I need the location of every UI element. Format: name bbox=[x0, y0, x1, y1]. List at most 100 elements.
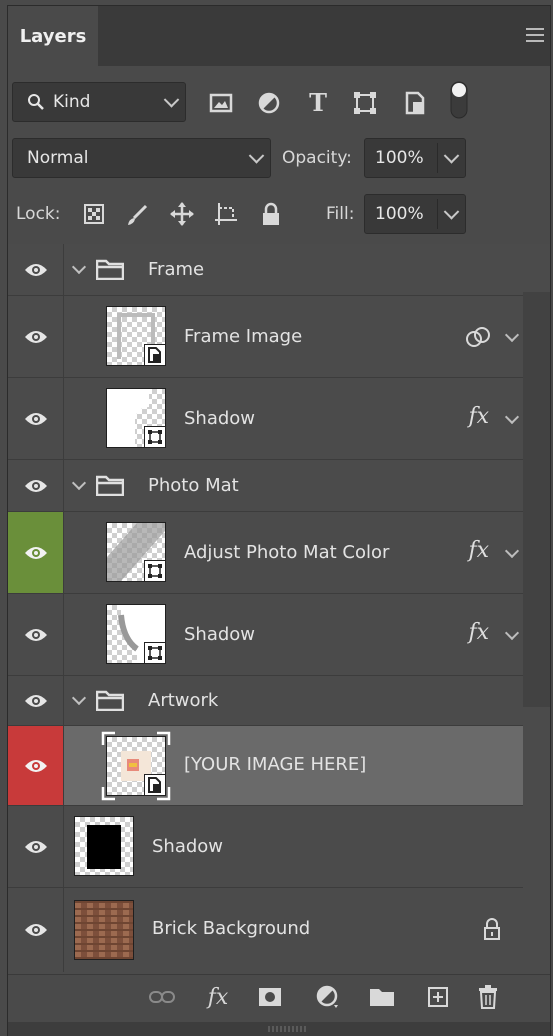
kind-label: Kind bbox=[53, 92, 91, 112]
chevron-down-icon[interactable] bbox=[504, 543, 520, 559]
eye-icon bbox=[24, 412, 48, 426]
layer-frame-image[interactable]: Frame Image bbox=[8, 296, 523, 378]
layer-name: Frame Image bbox=[184, 326, 303, 347]
lock-artboard-icon[interactable] bbox=[212, 200, 240, 228]
clip-circles-icon[interactable] bbox=[465, 326, 493, 348]
layer-photo-mat-shadow[interactable]: Shadow fx bbox=[8, 594, 523, 676]
visibility-toggle[interactable] bbox=[8, 244, 64, 295]
visibility-toggle[interactable] bbox=[8, 378, 64, 459]
panel-menu-icon[interactable] bbox=[526, 28, 544, 42]
folder-icon bbox=[96, 259, 124, 280]
shape-badge-icon bbox=[144, 426, 166, 448]
layer-effects-icon[interactable]: fx bbox=[468, 538, 489, 563]
fill-value: 100% bbox=[375, 204, 424, 224]
layer-name: Artwork bbox=[148, 690, 219, 711]
layer-name: Shadow bbox=[184, 408, 256, 429]
layer-group-frame[interactable]: Frame bbox=[8, 244, 523, 296]
lock-position-icon[interactable] bbox=[168, 200, 196, 228]
layer-your-image-here[interactable]: [YOUR IMAGE HERE] bbox=[8, 726, 523, 806]
layers-scrollbar[interactable] bbox=[523, 292, 550, 707]
add-layer-style-icon[interactable]: fx bbox=[204, 983, 232, 1011]
chevron-down-icon[interactable] bbox=[71, 475, 87, 491]
blend-mode-select[interactable]: Normal bbox=[12, 138, 271, 178]
layers-footer-toolbar: fx bbox=[8, 974, 550, 1023]
blend-mode-value: Normal bbox=[27, 148, 89, 168]
visibility-toggle[interactable] bbox=[8, 296, 64, 377]
lock-icon bbox=[484, 918, 500, 940]
new-group-icon[interactable] bbox=[368, 983, 396, 1011]
layer-effects-icon[interactable]: fx bbox=[468, 620, 489, 645]
smart-object-filter-icon[interactable] bbox=[402, 90, 428, 116]
chevron-down-icon[interactable] bbox=[504, 409, 520, 425]
folder-icon bbox=[96, 475, 124, 496]
panel-resize-strip[interactable] bbox=[8, 1022, 550, 1036]
layer-adjust-photo-mat-color[interactable]: Adjust Photo Mat Color fx bbox=[8, 512, 523, 594]
layer-name: Brick Background bbox=[152, 918, 311, 939]
fill-input[interactable]: 100% bbox=[364, 194, 466, 234]
visibility-toggle[interactable] bbox=[8, 806, 64, 887]
layers-panel: Layers Kind T Normal Opacity: 100% Lock:… bbox=[0, 0, 553, 1036]
chevron-down-icon[interactable] bbox=[504, 625, 520, 641]
layer-artwork-shadow[interactable]: Shadow bbox=[8, 806, 523, 888]
visibility-toggle[interactable] bbox=[8, 512, 64, 593]
eye-icon bbox=[24, 330, 48, 344]
visibility-toggle[interactable] bbox=[8, 888, 64, 972]
layer-group-artwork[interactable]: Artwork bbox=[8, 676, 523, 726]
smart-object-badge-icon bbox=[144, 344, 166, 366]
filter-row: Kind T bbox=[8, 80, 550, 126]
layer-thumbnail bbox=[74, 900, 134, 960]
visibility-toggle[interactable] bbox=[8, 676, 64, 725]
selection-brackets bbox=[101, 731, 171, 801]
layer-brick-background[interactable]: Brick Background bbox=[8, 888, 523, 972]
chevron-down-icon[interactable] bbox=[71, 259, 87, 275]
new-fill-adjustment-layer-icon[interactable] bbox=[314, 983, 342, 1011]
visibility-toggle[interactable] bbox=[8, 594, 64, 675]
resize-grip-icon[interactable] bbox=[268, 1026, 308, 1032]
eye-icon bbox=[24, 840, 48, 854]
fill-label: Fill: bbox=[326, 204, 355, 224]
chevron-down-icon[interactable] bbox=[504, 327, 520, 343]
kind-filter-select[interactable]: Kind bbox=[12, 82, 186, 122]
add-layer-mask-icon[interactable] bbox=[256, 983, 284, 1011]
type-filter-icon[interactable]: T bbox=[304, 88, 332, 117]
search-icon bbox=[28, 94, 44, 110]
layer-thumbnail bbox=[74, 816, 134, 876]
lock-label: Lock: bbox=[16, 204, 61, 224]
lock-all-icon[interactable] bbox=[258, 200, 284, 228]
opacity-label: Opacity: bbox=[282, 148, 352, 168]
blend-row: Normal Opacity: 100% bbox=[8, 136, 550, 182]
layer-name: Shadow bbox=[152, 836, 224, 857]
eye-icon bbox=[24, 694, 48, 708]
chevron-down-icon[interactable] bbox=[71, 690, 87, 706]
tab-layers[interactable]: Layers bbox=[8, 6, 98, 66]
visibility-toggle[interactable] bbox=[8, 460, 64, 511]
layer-name: [YOUR IMAGE HERE] bbox=[184, 754, 367, 775]
layer-effects-icon[interactable]: fx bbox=[468, 404, 489, 429]
opacity-value: 100% bbox=[375, 148, 424, 168]
filter-toggle-switch[interactable] bbox=[448, 80, 470, 120]
panel-tab-bar: Layers bbox=[8, 6, 550, 66]
eye-icon bbox=[24, 479, 48, 493]
eye-icon bbox=[24, 628, 48, 642]
lock-image-pixels-icon[interactable] bbox=[124, 202, 150, 228]
layer-thumbnail bbox=[106, 522, 166, 582]
delete-layer-icon[interactable] bbox=[474, 983, 502, 1011]
adjustment-filter-icon[interactable] bbox=[256, 90, 282, 116]
link-layers-icon[interactable] bbox=[148, 983, 176, 1011]
opacity-input[interactable]: 100% bbox=[364, 138, 466, 178]
layer-thumbnail bbox=[106, 388, 166, 448]
layer-name: Photo Mat bbox=[148, 475, 239, 496]
layer-thumbnail bbox=[106, 604, 166, 664]
lock-transparent-pixels-icon[interactable] bbox=[82, 202, 106, 226]
lock-row: Lock: Fill: 100% bbox=[8, 192, 550, 238]
shape-filter-icon[interactable] bbox=[352, 90, 378, 116]
shape-badge-icon bbox=[144, 642, 166, 664]
shape-badge-icon bbox=[144, 560, 166, 582]
layer-name: Shadow bbox=[184, 624, 256, 645]
new-layer-icon[interactable] bbox=[424, 983, 452, 1011]
visibility-toggle[interactable] bbox=[8, 726, 64, 805]
pixel-filter-icon[interactable] bbox=[208, 90, 234, 116]
layer-group-photo-mat[interactable]: Photo Mat bbox=[8, 460, 523, 512]
layer-frame-shadow[interactable]: Shadow fx bbox=[8, 378, 523, 460]
eye-icon bbox=[24, 546, 48, 560]
